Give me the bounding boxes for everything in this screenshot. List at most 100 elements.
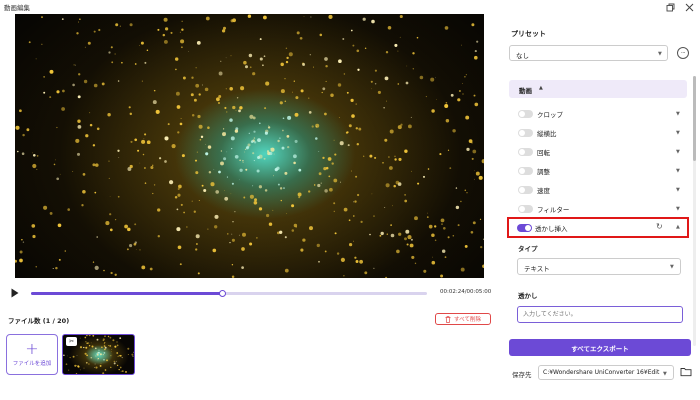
star-particle — [308, 111, 312, 114]
star-particle — [428, 224, 433, 229]
star-particle — [339, 141, 344, 146]
star-particle — [157, 235, 160, 238]
star-particle — [79, 369, 81, 371]
export-all-button[interactable]: すべてエクスポート — [509, 339, 691, 356]
star-particle — [176, 105, 181, 109]
star-particle — [284, 268, 289, 273]
option-rotate[interactable]: 回転 ▼ — [509, 143, 687, 161]
option-watermark[interactable]: 透かし挿入 ↻ ▲ — [507, 217, 689, 238]
star-particle — [83, 367, 85, 369]
star-particle — [152, 192, 154, 195]
toggle-switch[interactable] — [518, 110, 533, 118]
type-dropdown[interactable]: テキスト ▼ — [517, 258, 681, 275]
chevron-down-icon[interactable]: ▼ — [676, 206, 680, 212]
star-particle — [116, 341, 118, 343]
star-particle — [181, 46, 183, 49]
star-particle — [101, 82, 105, 86]
close-icon[interactable] — [683, 1, 695, 13]
star-particle — [220, 161, 224, 166]
option-aspect-ratio[interactable]: 縦横比 ▼ — [509, 124, 687, 142]
star-particle — [203, 188, 207, 193]
progress-fill — [31, 292, 224, 295]
progress-slider[interactable] — [31, 290, 427, 297]
star-particle — [468, 139, 473, 143]
star-particle — [406, 243, 409, 246]
toggle-switch[interactable] — [517, 224, 532, 232]
watermark-text-input[interactable] — [517, 306, 683, 323]
star-particle — [333, 202, 336, 205]
preset-dropdown[interactable]: なし ▼ — [509, 45, 668, 61]
star-particle — [110, 46, 113, 49]
star-particle — [395, 180, 400, 185]
delete-all-button[interactable]: すべて削除 — [435, 313, 491, 325]
star-particle — [110, 348, 112, 350]
scissors-icon[interactable]: ✂ — [66, 337, 77, 346]
toggle-switch[interactable] — [518, 205, 533, 213]
star-particle — [426, 216, 429, 218]
star-particle — [470, 230, 474, 234]
star-particle — [334, 153, 337, 156]
reset-icon[interactable]: ↻ — [656, 222, 663, 231]
toggle-switch[interactable] — [518, 167, 533, 175]
star-particle — [107, 335, 110, 338]
star-particle — [248, 132, 250, 134]
star-particle — [316, 243, 320, 248]
panel-scrollbar[interactable] — [693, 76, 696, 346]
option-adjust[interactable]: 調整 ▼ — [509, 162, 687, 180]
star-particle — [284, 171, 288, 175]
star-particle — [205, 152, 209, 156]
star-particle — [348, 242, 353, 247]
chevron-down-icon[interactable]: ▼ — [676, 168, 680, 174]
star-particle — [338, 59, 342, 64]
star-particle — [325, 166, 329, 170]
star-particle — [61, 107, 65, 111]
video-preview[interactable] — [15, 14, 484, 278]
star-particle — [324, 250, 327, 253]
option-speed[interactable]: 速度 ▼ — [509, 181, 687, 199]
star-particle — [354, 256, 357, 259]
star-particle — [104, 341, 106, 344]
save-path-value: C:¥Wondershare UniConverter 16¥Edit — [543, 369, 660, 376]
star-particle — [322, 87, 326, 91]
star-particle — [144, 133, 147, 136]
toggle-switch[interactable] — [518, 148, 533, 156]
star-particle — [317, 183, 321, 188]
save-location-dropdown[interactable]: C:¥Wondershare UniConverter 16¥Edit ▼ — [538, 365, 674, 380]
option-filter[interactable]: フィルター ▼ — [509, 200, 687, 218]
star-particle — [84, 336, 87, 339]
star-particle — [70, 357, 71, 359]
star-particle — [17, 150, 19, 153]
chevron-down-icon[interactable]: ▼ — [676, 111, 680, 117]
star-particle — [103, 269, 105, 272]
star-particle — [193, 98, 197, 102]
chevron-up-icon[interactable]: ▲ — [676, 224, 680, 230]
toggle-switch[interactable] — [518, 129, 533, 137]
toggle-switch[interactable] — [518, 186, 533, 194]
star-particle — [434, 239, 437, 242]
folder-icon[interactable] — [680, 366, 692, 378]
star-particle — [77, 119, 81, 123]
add-file-button[interactable]: + ファイルを追加 — [6, 334, 58, 375]
star-particle — [352, 215, 355, 217]
star-particle — [249, 194, 254, 199]
file-thumbnail[interactable]: ✂ — [62, 334, 135, 375]
star-particle — [83, 79, 88, 84]
more-options-icon[interactable]: ··· — [677, 47, 689, 59]
progress-handle[interactable] — [219, 290, 227, 297]
play-icon[interactable] — [10, 287, 20, 299]
chevron-down-icon[interactable]: ▼ — [676, 149, 680, 155]
video-section-header[interactable]: 動画 ▲ — [509, 80, 687, 98]
star-particle — [218, 102, 220, 104]
star-particle — [131, 353, 134, 356]
star-particle — [478, 175, 483, 180]
chevron-down-icon[interactable]: ▼ — [676, 130, 680, 136]
chevron-down-icon[interactable]: ▼ — [676, 187, 680, 193]
option-crop[interactable]: クロップ ▼ — [509, 105, 687, 123]
star-particle — [195, 83, 200, 88]
star-particle — [465, 74, 467, 76]
restore-window-icon[interactable] — [664, 1, 676, 13]
scrollbar-thumb[interactable] — [693, 76, 696, 161]
star-particle — [141, 139, 146, 144]
star-particle — [293, 80, 295, 82]
star-particle — [118, 156, 120, 158]
